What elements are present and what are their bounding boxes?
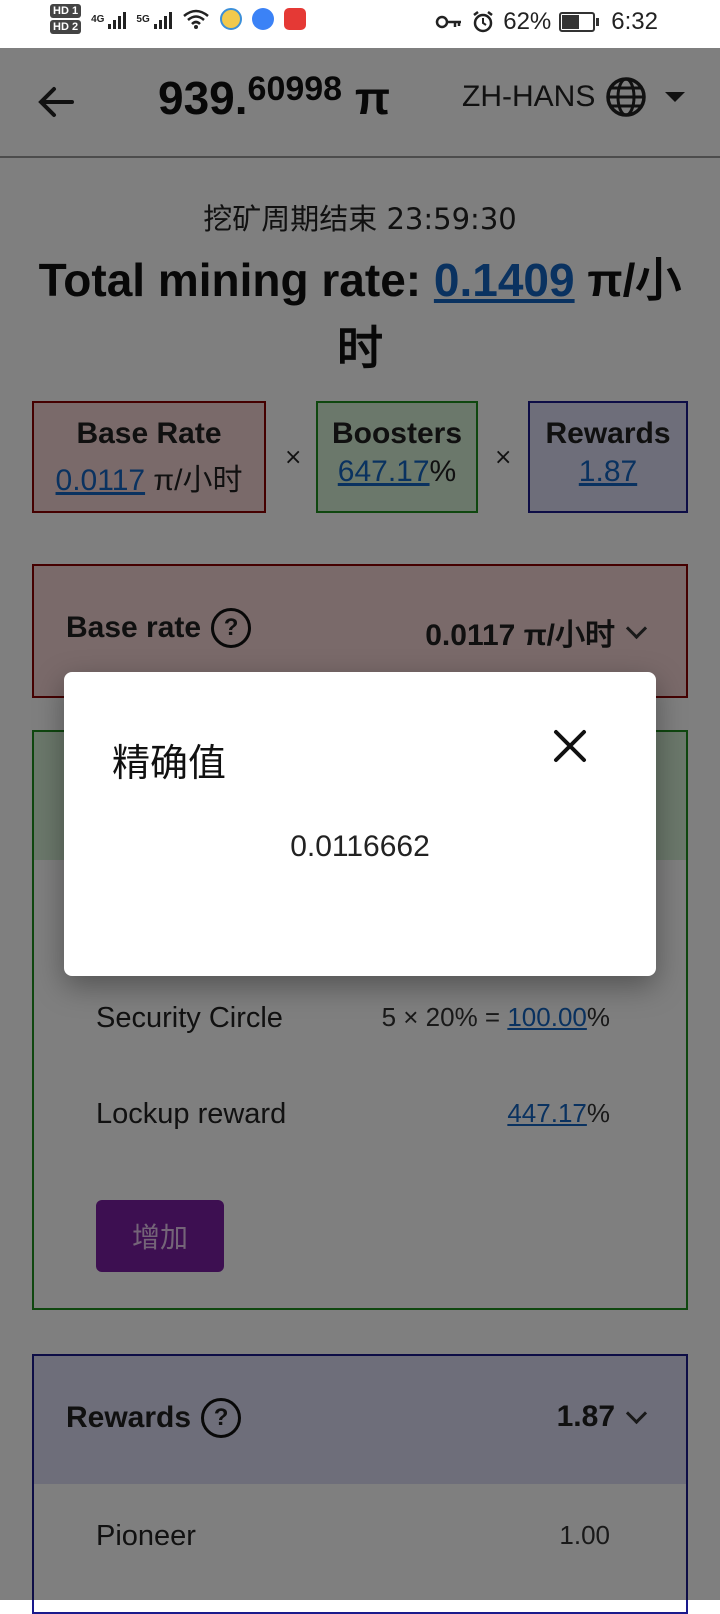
app-notification-icon [219,8,242,30]
signal-icon [108,9,127,29]
alarm-icon [473,11,493,33]
exact-value-dialog: 精确值 0.0116662 [64,672,656,976]
wifi-icon [182,9,209,29]
hd-indicators: HD 1 HD 2 [50,4,82,34]
hd1-badge: HD 1 [50,4,82,18]
network-4g-label: 4G [91,13,105,25]
battery-level [562,15,580,29]
dialog-exact-value: 0.0116662 [290,830,430,863]
status-left: HD 1 HD 2 4G 5G [50,4,306,34]
status-bar: HD 1 HD 2 4G 5G 62% 6:32 [0,0,720,48]
clock: 6:32 [611,8,658,35]
status-right: 62% 6:32 [435,8,658,36]
signal-icon [153,9,172,29]
close-icon[interactable] [550,726,590,766]
dialog-title: 精确值 [112,741,227,785]
hd2-badge: HD 2 [50,20,82,34]
network-5g-label: 5G [136,13,150,25]
key-icon [435,15,462,29]
battery-icon [559,12,600,32]
app-notification-icon [251,8,274,30]
app-notification-icon [283,8,306,30]
battery-percent: 62% [503,8,552,35]
